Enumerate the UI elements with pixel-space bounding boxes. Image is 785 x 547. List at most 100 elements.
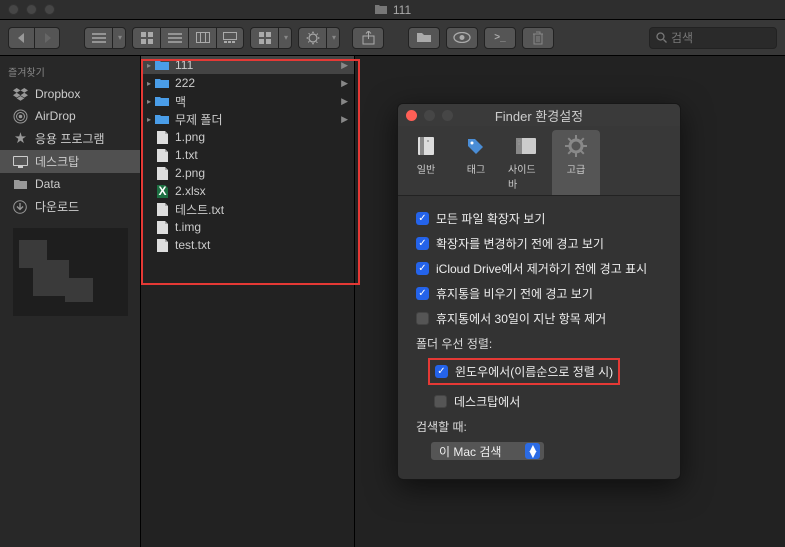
column-view-button[interactable] bbox=[188, 27, 216, 49]
desktop-icon bbox=[12, 154, 28, 170]
prefs-tab-tags[interactable]: 태그 bbox=[452, 130, 500, 195]
file-name: test.txt bbox=[175, 238, 210, 252]
sidebar-item-downloads[interactable]: 다운로드 bbox=[0, 195, 140, 218]
check-sort-window[interactable]: ✓ 윈도우에서(이름순으로 정렬 시) bbox=[435, 363, 613, 380]
file-icon bbox=[155, 130, 169, 144]
check-label: 데스크탑에서 bbox=[454, 393, 520, 410]
list-view-button[interactable] bbox=[160, 27, 188, 49]
highlight-box-sort-window: ✓ 윈도우에서(이름순으로 정렬 시) bbox=[428, 358, 620, 385]
file-row[interactable]: ▸ 111 ▶ bbox=[141, 56, 354, 74]
sidebar-item-airdrop[interactable]: AirDrop bbox=[0, 105, 140, 127]
checkbox-icon: ✓ bbox=[416, 212, 429, 225]
group-dropdown[interactable]: ▾ bbox=[278, 27, 292, 49]
prefs-body: ✓ 모든 파일 확장자 보기 ✓ 확장자를 변경하기 전에 경고 보기 ✓ iC… bbox=[398, 196, 680, 479]
sidebar-item-desktop[interactable]: 데스크탑 bbox=[0, 150, 140, 173]
sidebar-item-label: 다운로드 bbox=[35, 198, 79, 215]
check-label: 모든 파일 확장자 보기 bbox=[436, 210, 545, 227]
nav-group bbox=[8, 27, 60, 49]
window-titlebar: 111 bbox=[0, 0, 785, 20]
select-arrows-icon: ▲▼ bbox=[525, 443, 540, 459]
file-row[interactable]: X 2.xlsx bbox=[141, 182, 354, 200]
check-warn-change-ext[interactable]: ✓ 확장자를 변경하기 전에 경고 보기 bbox=[416, 235, 662, 252]
quick-look-button[interactable] bbox=[446, 27, 478, 49]
action-dropdown[interactable]: ▾ bbox=[326, 27, 340, 49]
prefs-titlebar: Finder 환경설정 bbox=[398, 104, 680, 126]
sidebar-item-label: 응용 프로그램 bbox=[35, 130, 105, 147]
check-sort-desktop[interactable]: 데스크탑에서 bbox=[416, 393, 662, 410]
file-name: 테스트.txt bbox=[175, 201, 224, 218]
checkbox-icon: ✓ bbox=[416, 287, 429, 300]
file-row[interactable]: 1.txt bbox=[141, 146, 354, 164]
check-warn-trash[interactable]: ✓ 휴지통을 비우기 전에 경고 보기 bbox=[416, 285, 662, 302]
general-icon bbox=[412, 134, 440, 158]
checkbox-icon bbox=[434, 395, 447, 408]
file-name: 1.txt bbox=[175, 148, 198, 162]
search-scope-select[interactable]: 이 Mac 검색 ▲▼ bbox=[430, 441, 545, 461]
file-name: t.img bbox=[175, 220, 201, 234]
file-icon bbox=[155, 202, 169, 216]
sort-dropdown[interactable]: ▾ bbox=[112, 27, 126, 49]
file-row[interactable]: 2.png bbox=[141, 164, 354, 182]
check-auto-trash[interactable]: 휴지통에서 30일이 지난 항목 제거 bbox=[416, 310, 662, 327]
prefs-tab-advanced[interactable]: 고급 bbox=[552, 130, 600, 195]
check-label: 확장자를 변경하기 전에 경고 보기 bbox=[436, 235, 604, 252]
search-field[interactable] bbox=[649, 27, 777, 49]
search-header: 검색할 때: bbox=[416, 418, 662, 435]
search-input[interactable] bbox=[671, 31, 761, 45]
search-icon bbox=[656, 32, 667, 43]
maximize-button[interactable] bbox=[442, 110, 453, 121]
icon-view-button[interactable] bbox=[132, 27, 160, 49]
sidebar-item-data[interactable]: Data bbox=[0, 173, 140, 195]
file-row[interactable]: ▸ 맥 ▶ bbox=[141, 92, 354, 110]
folder-icon bbox=[12, 176, 28, 192]
sidebar-item-label: AirDrop bbox=[35, 109, 76, 123]
gallery-view-button[interactable] bbox=[216, 27, 244, 49]
close-button[interactable] bbox=[406, 110, 417, 121]
sidebar-item-dropbox[interactable]: Dropbox bbox=[0, 83, 140, 105]
chevron-right-icon: ▶ bbox=[341, 78, 348, 89]
file-row[interactable]: ▸ 222 ▶ bbox=[141, 74, 354, 92]
checkbox-icon: ✓ bbox=[416, 237, 429, 250]
check-show-extensions[interactable]: ✓ 모든 파일 확장자 보기 bbox=[416, 210, 662, 227]
folder-icon bbox=[155, 76, 169, 90]
folder-icon bbox=[155, 58, 169, 72]
sidebar-item-label: Data bbox=[35, 177, 60, 191]
checkbox-icon bbox=[416, 312, 429, 325]
trash-button[interactable] bbox=[522, 27, 554, 49]
window-traffic-lights[interactable] bbox=[8, 4, 55, 15]
check-warn-icloud[interactable]: ✓ iCloud Drive에서 제거하기 전에 경고 표시 bbox=[416, 260, 662, 277]
terminal-button[interactable]: >_ bbox=[484, 27, 516, 49]
sidebar-item-applications[interactable]: 응용 프로그램 bbox=[0, 127, 140, 150]
action-controls: ▾ bbox=[298, 27, 340, 49]
disclosure-icon: ▸ bbox=[147, 97, 151, 106]
sort-header: 폴더 우선 정렬: bbox=[416, 335, 662, 352]
window-title: 111 bbox=[393, 3, 411, 17]
share-button[interactable] bbox=[352, 27, 384, 49]
file-row[interactable]: 1.png bbox=[141, 128, 354, 146]
chevron-right-icon: ▶ bbox=[341, 60, 348, 71]
desktop-preview bbox=[13, 228, 128, 316]
file-icon bbox=[155, 166, 169, 180]
file-row[interactable]: ▸ 무제 폴더 ▶ bbox=[141, 110, 354, 128]
file-icon bbox=[155, 148, 169, 162]
prefs-traffic-lights[interactable] bbox=[406, 110, 453, 121]
forward-button[interactable] bbox=[34, 27, 60, 49]
minimize-button[interactable] bbox=[424, 110, 435, 121]
file-row[interactable]: t.img bbox=[141, 218, 354, 236]
file-row[interactable]: test.txt bbox=[141, 236, 354, 254]
dropbox-icon bbox=[12, 86, 28, 102]
prefs-tab-general[interactable]: 일반 bbox=[402, 130, 450, 195]
file-icon bbox=[155, 220, 169, 234]
sidebar-item-label: 데스크탑 bbox=[35, 153, 79, 170]
check-label: 휴지통에서 30일이 지난 항목 제거 bbox=[436, 310, 606, 327]
file-name: 111 bbox=[175, 58, 193, 72]
prefs-tab-sidebar[interactable]: 사이드바 bbox=[502, 130, 550, 195]
sort-button[interactable] bbox=[84, 27, 112, 49]
action-button[interactable] bbox=[298, 27, 326, 49]
tags-button[interactable] bbox=[408, 27, 440, 49]
file-row[interactable]: 테스트.txt bbox=[141, 200, 354, 218]
back-button[interactable] bbox=[8, 27, 34, 49]
checkbox-icon: ✓ bbox=[416, 262, 429, 275]
group-controls: ▾ bbox=[250, 27, 292, 49]
group-button[interactable] bbox=[250, 27, 278, 49]
